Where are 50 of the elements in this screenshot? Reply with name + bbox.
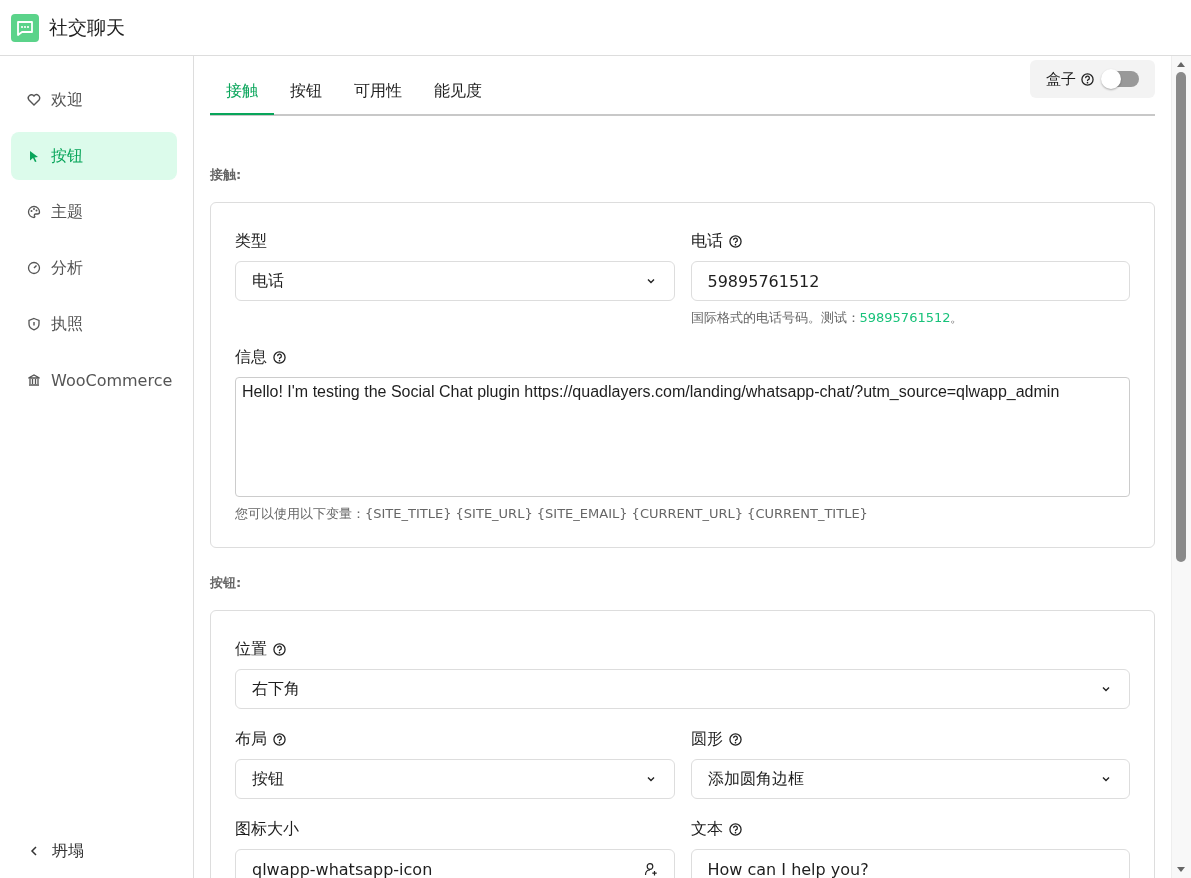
palette-icon xyxy=(27,205,41,219)
input-field[interactable]: How can I help you? xyxy=(690,849,1130,878)
help-icon[interactable] xyxy=(728,823,742,836)
field-label: 文本 xyxy=(690,819,723,840)
scroll-down-icon[interactable] xyxy=(1176,866,1186,874)
gauge-icon xyxy=(27,261,41,275)
sidebar-item[interactable]: WooCommerce xyxy=(11,356,177,404)
help-icon[interactable] xyxy=(273,733,286,746)
select-field[interactable]: 电话 xyxy=(235,261,675,301)
chevron-left-icon xyxy=(30,845,38,857)
field-label: 圆形 xyxy=(690,729,723,750)
chat-logo-icon xyxy=(11,13,39,42)
sidebar-item[interactable]: 分析 xyxy=(11,244,177,292)
help-icon[interactable] xyxy=(1081,72,1094,86)
help-icon[interactable] xyxy=(728,235,742,248)
tab[interactable]: 可用性 xyxy=(338,69,418,115)
tab[interactable]: 按钮 xyxy=(274,69,338,115)
field-label: 图标大小 xyxy=(235,819,299,840)
select-field[interactable]: 右下角 xyxy=(235,669,1130,709)
field-label: 位置 xyxy=(235,639,267,660)
bank-icon xyxy=(27,373,41,387)
select-field[interactable]: 添加圆角边框 xyxy=(690,759,1130,799)
section-title: 按钮: xyxy=(210,574,243,592)
input-field[interactable]: qlwapp-whatsapp-icon xyxy=(235,849,675,878)
collapse-button[interactable]: 坍塌 xyxy=(0,836,193,866)
field-hint: 国际格式的电话号码。测试：59895761512。 xyxy=(690,309,965,327)
help-icon[interactable] xyxy=(273,643,286,656)
tab[interactable]: 能见度 xyxy=(418,69,498,115)
sidebar-item[interactable]: 欢迎 xyxy=(11,76,177,124)
help-icon[interactable] xyxy=(728,733,742,746)
field-label: 类型 xyxy=(235,231,267,252)
person-add-icon[interactable] xyxy=(643,862,658,876)
scrollbar[interactable] xyxy=(1171,56,1191,878)
toggle-label: 盒子 xyxy=(1046,69,1076,89)
field-hint: 您可以使用以下变量：{SITE_TITLE} {SITE_URL} {SITE_EMAIL} {CURRENT_URL} {CURRENT_TITLE} xyxy=(235,505,869,523)
field-label: 电话 xyxy=(690,231,723,252)
input-field[interactable]: 59895761512 xyxy=(690,261,1130,301)
toggle-switch[interactable] xyxy=(1103,71,1139,87)
message-textarea[interactable]: Hello! I'm testing the Social Chat plugin https://quadlayers.com/landing/whatsapp-chat/?utm_source=qlwapp_admin xyxy=(235,377,1130,497)
shield-icon xyxy=(27,317,41,331)
field-label: 布局 xyxy=(235,729,267,750)
app-title: 社交聊天 xyxy=(49,14,125,40)
sidebar-item[interactable]: 执照 xyxy=(11,300,177,348)
field-label: 信息 xyxy=(235,347,267,368)
select-field[interactable]: 按钮 xyxy=(235,759,675,799)
section-title: 接触: xyxy=(210,166,243,184)
help-icon[interactable] xyxy=(273,351,286,364)
scroll-up-icon[interactable] xyxy=(1176,60,1186,68)
sidebar-item[interactable]: 主题 xyxy=(11,188,177,236)
heart-icon xyxy=(27,93,41,107)
